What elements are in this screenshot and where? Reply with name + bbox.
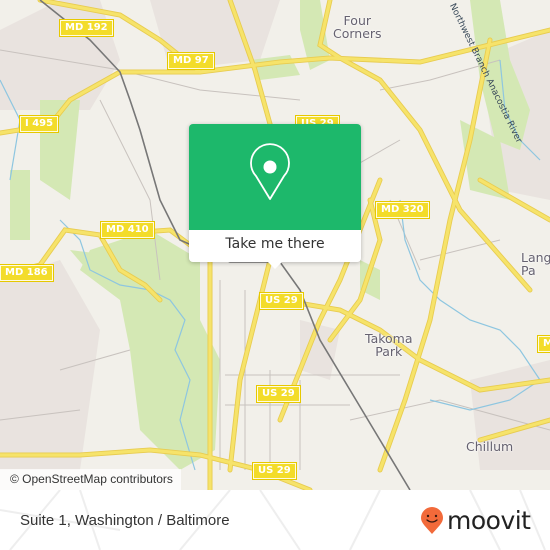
road-shield-us-29: US 29 <box>259 292 304 310</box>
moovit-wordmark: moovit <box>447 506 531 535</box>
map-attribution[interactable]: © OpenStreetMap contributors <box>0 469 181 490</box>
place-label-chillum: Chillum <box>466 439 514 454</box>
popup-header <box>189 124 361 230</box>
popup-pointer <box>266 260 284 269</box>
take-me-there-button[interactable]: Take me there <box>189 230 361 262</box>
place-label-langley-park: Lang Pa <box>521 250 550 278</box>
map[interactable]: MD 192 MD 97 I 495 US 29 MD 320 MD 410 M… <box>0 0 550 490</box>
road-shield-md-186: MD 186 <box>0 264 54 282</box>
road-shield-partial: M <box>537 335 550 353</box>
road-shield-md-97: MD 97 <box>167 52 215 70</box>
road-shield-us-29: US 29 <box>256 385 301 403</box>
road-shield-md-410: MD 410 <box>100 221 155 239</box>
location-pin-icon <box>250 143 290 200</box>
destination-popup: Take me there <box>189 124 361 269</box>
road-shield-md-192: MD 192 <box>59 19 114 37</box>
moovit-pin-icon <box>421 507 443 534</box>
road-shield-md-320: MD 320 <box>375 201 430 219</box>
road-shield-us-29: US 29 <box>252 462 297 480</box>
moovit-logo[interactable]: moovit <box>420 505 531 537</box>
place-label-takoma-park: Takoma Park <box>365 331 413 359</box>
location-title: Suite 1, Washington / Baltimore <box>20 512 230 529</box>
place-label-four-corners: Four Corners <box>333 13 382 41</box>
road-shield-i-495: I 495 <box>18 115 60 133</box>
